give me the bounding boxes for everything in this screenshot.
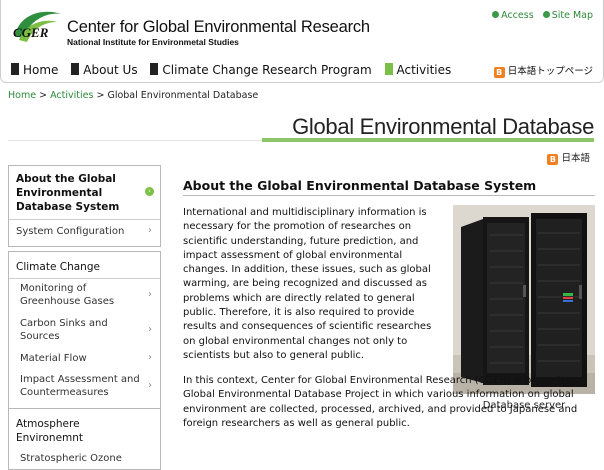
context-paragraph: In this context, Center for Global Envir… — [183, 375, 578, 429]
sidebar-section-database-system: About the Global Environmental Database … — [8, 165, 161, 247]
nav-activities-label: Activities — [396, 63, 452, 77]
sidebar-item-label: Carbon Sinks and Sources — [20, 318, 108, 342]
sidebar-heading-climate-change[interactable]: Climate Change — [16, 260, 100, 274]
nav-bar-icon — [11, 63, 19, 75]
divider — [9, 278, 160, 279]
top-links: Access Site Map — [486, 10, 593, 21]
breadcrumb-separator: > — [96, 90, 105, 101]
sidebar-section-climate-change: Climate Change Monitoring of Greenhouse … — [8, 251, 161, 410]
sidebar-section-atmosphere: Atmosphere Environemnt Stratospheric Ozo… — [8, 408, 161, 470]
chevron-right-icon: › — [148, 324, 152, 335]
sidebar-item-label: System Configuration — [16, 226, 125, 237]
sidebar-heading-atmosphere[interactable]: Atmosphere Environemnt — [16, 417, 126, 445]
breadcrumb-current: Global Environmental Database — [107, 90, 259, 101]
main-nav: Home About Us Climate Change Research Pr… — [11, 63, 460, 77]
divider — [9, 219, 160, 220]
nav-bar-icon — [150, 63, 159, 75]
nav-home-label: Home — [23, 63, 59, 77]
sidebar-item-material-flow[interactable]: Material Flow › — [9, 352, 160, 368]
cger-logo-mark: CGER — [13, 11, 61, 42]
chevron-right-circle-icon: › — [145, 187, 154, 196]
japanese-page-link[interactable]: B 日本語 — [547, 150, 590, 165]
breadcrumb-separator: > — [39, 90, 48, 101]
breadcrumb-activities[interactable]: Activities — [50, 90, 93, 101]
chevron-right-icon: › — [148, 380, 152, 391]
nav-ccrp-label: Climate Change Research Program — [162, 63, 372, 77]
green-dot-icon — [492, 11, 500, 18]
nav-about-us[interactable]: About Us — [71, 63, 138, 77]
nav-bar-active-icon — [384, 63, 393, 75]
sidebar-item-label: Monitoring of Greenhouse Gases — [20, 283, 115, 307]
b-icon: B — [547, 154, 559, 165]
nav-about-us-label: About Us — [83, 63, 138, 77]
logo-text: CGER — [13, 25, 49, 40]
nav-activities[interactable]: Activities — [384, 63, 452, 77]
sitemap-link-label: Site Map — [551, 10, 593, 21]
chevron-right-icon: › — [148, 289, 152, 300]
nav-climate-change-research-program[interactable]: Climate Change Research Program — [150, 63, 372, 77]
access-link[interactable]: Access — [492, 10, 534, 21]
japanese-label: 日本語 — [561, 153, 590, 164]
sitemap-link[interactable]: Site Map — [542, 10, 593, 21]
breadcrumb-home[interactable]: Home — [8, 90, 36, 101]
database-server-photo — [453, 205, 595, 394]
org-subtitle: National Institute for Environmetal Stud… — [67, 37, 239, 47]
chevron-right-icon: › — [148, 225, 152, 236]
japanese-top-label: 日本語トップページ — [507, 66, 593, 77]
sidebar-item-monitoring-ghg[interactable]: Monitoring of Greenhouse Gases › — [9, 282, 160, 310]
b-icon: B — [493, 67, 505, 78]
sidebar-item-carbon-sinks[interactable]: Carbon Sinks and Sources › — [9, 317, 160, 345]
title-divider — [8, 140, 262, 141]
intro-paragraph: International and multidisciplinary info… — [183, 207, 432, 361]
server-rack-image — [453, 205, 595, 394]
org-title: Center for Global Environmental Research — [67, 18, 370, 36]
sidebar-item-label: Impact Assessment and Countermeasures — [20, 374, 140, 398]
nav-bar-icon — [71, 63, 80, 75]
chevron-right-icon: › — [148, 352, 152, 363]
section-divider — [183, 195, 595, 196]
cger-logo[interactable]: CGER — [9, 6, 69, 52]
section-title: About the Global Environmental Database … — [183, 178, 537, 193]
sidebar-item-system-configuration[interactable]: System Configuration › — [9, 225, 160, 241]
page-title: Global Environmental Database — [292, 114, 594, 139]
japanese-top-link[interactable]: B 日本語トップページ — [493, 63, 593, 78]
sidebar-item-label: Material Flow — [20, 353, 87, 364]
sidebar-item-about-database[interactable]: About the Global Environmental Database … — [16, 172, 138, 214]
sidebar-item-impact-assessment[interactable]: Impact Assessment and Countermeasures › — [9, 373, 160, 401]
title-accent-bar — [262, 138, 594, 142]
nav-home[interactable]: Home — [11, 63, 58, 77]
access-link-label: Access — [501, 10, 534, 21]
breadcrumb: Home > Activities > Global Environmental… — [8, 90, 258, 101]
green-dot-icon — [542, 11, 550, 18]
site-header: CGER Center for Global Environmental Res… — [0, 0, 604, 83]
sidebar-item-stratospheric-ozone[interactable]: Stratospheric Ozone — [9, 452, 160, 468]
